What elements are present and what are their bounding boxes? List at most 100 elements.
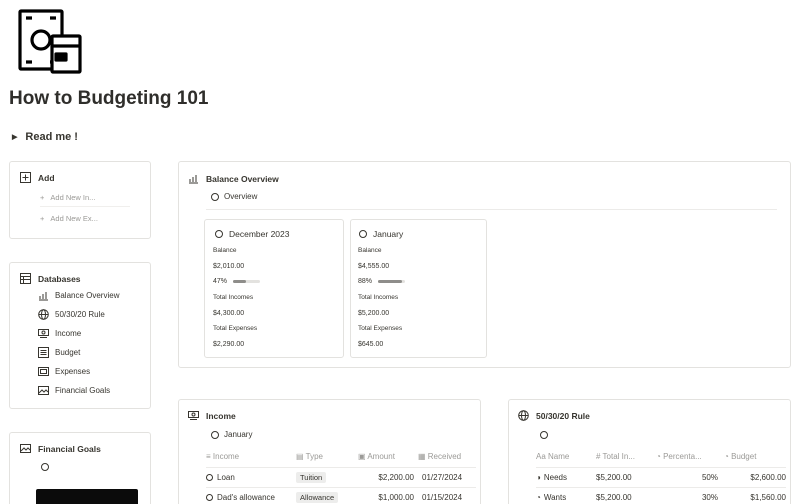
col-type[interactable]: ▤ Type — [296, 447, 358, 467]
table-row[interactable]: Dad's allowance Allowance $1,000.00 01/1… — [206, 487, 476, 504]
financial-goals-title-row: Financial Goals — [20, 443, 101, 454]
receipt-icon — [38, 366, 49, 377]
expense-value: $645.00 — [358, 341, 384, 348]
col-percentage[interactable]: ◔ Percenta... — [656, 447, 724, 467]
cell-name: Loan — [206, 467, 296, 487]
add-panel: Add + Add New In... + Add New Ex... — [9, 161, 151, 239]
db-item-expenses[interactable]: Expenses — [38, 362, 119, 381]
plus-icon: + — [40, 193, 45, 202]
cell-total: $5,200.00 — [596, 472, 632, 482]
text-prop-icon: ≡ — [206, 452, 213, 462]
cell-budget: $1,560.00 — [750, 492, 786, 502]
cell-type: Allowance — [296, 487, 358, 504]
progress-bar — [233, 280, 261, 283]
january-view-label: January — [224, 430, 253, 439]
cell-total: $5,200.00 — [596, 492, 632, 502]
cell-name: Dad's allowance — [206, 487, 296, 504]
card-title-row: December 2023 — [215, 229, 289, 239]
view-icon — [211, 192, 219, 201]
type-tag: Allowance — [296, 491, 339, 503]
view-icon — [211, 430, 219, 439]
card-title-row: January — [359, 229, 403, 239]
percent-label: 88% — [358, 278, 373, 285]
cell-name: ◔ Wants — [536, 487, 596, 504]
cell-amount: $2,200.00 — [378, 472, 414, 482]
balance-card-january[interactable]: January Balance $4,555.00 88% Total Inco… — [350, 219, 487, 358]
db-item-label: Financial Goals — [55, 386, 111, 395]
col-budget[interactable]: ◔ Budget — [724, 447, 786, 467]
percent-row: 47% — [213, 278, 261, 285]
col-label: Name — [548, 452, 570, 462]
add-new-expense-label: Add New Ex... — [50, 213, 98, 223]
table-row[interactable]: Loan Tuition $2,200.00 01/27/2024 — [206, 467, 476, 487]
add-new-income-button[interactable]: + Add New In... — [40, 189, 130, 207]
cell-received: 01/27/2024 — [422, 472, 463, 482]
col-label: Received — [427, 452, 462, 462]
col-total[interactable]: # Total In... — [596, 447, 656, 467]
page-icon — [206, 473, 213, 481]
income-title: Income — [206, 410, 236, 421]
db-item-label: Expenses — [55, 367, 91, 376]
col-income[interactable]: ≡ Income — [206, 447, 296, 467]
financial-goals-title: Financial Goals — [38, 443, 101, 454]
databases-list: Balance Overview 50/30/20 Rule Income Bu… — [38, 286, 119, 400]
cell-percentage: 50% — [701, 472, 718, 482]
table-row[interactable]: ◑ Needs $5,200.00 50% $2,600.00 — [536, 467, 786, 487]
balance-label: Balance — [358, 247, 382, 254]
progress-bar — [378, 280, 406, 283]
db-item-income[interactable]: Income — [38, 324, 119, 343]
col-label: Amount — [367, 452, 395, 462]
rule-table: Aa Name # Total In... ◔ Percenta... ◔ Bu… — [536, 447, 786, 504]
db-item-label: Budget — [55, 348, 81, 357]
chart-icon — [38, 290, 49, 301]
db-item-503020-rule[interactable]: 50/30/20 Rule — [38, 305, 119, 324]
calendar-icon: ▦ — [418, 452, 428, 462]
db-item-balance-overview[interactable]: Balance Overview — [38, 286, 119, 305]
picture-icon — [38, 385, 49, 396]
progress-fill — [233, 280, 246, 283]
balance-card-december[interactable]: December 2023 Balance $2,010.00 47% Tota… — [204, 219, 344, 358]
db-item-budget[interactable]: Budget — [38, 343, 119, 362]
databases-title-row: Databases — [20, 273, 81, 284]
money-icon — [38, 328, 49, 339]
add-new-expense-button[interactable]: + Add New Ex... — [40, 209, 130, 227]
overview-view-tab[interactable]: Overview — [211, 192, 257, 201]
col-label: Type — [305, 452, 323, 462]
row-name: Loan — [217, 472, 235, 482]
card-month: January — [373, 229, 404, 239]
cell-name: ◑ Needs — [536, 467, 596, 487]
add-panel-title-row: Add — [20, 172, 55, 183]
income-table: ≡ Income ▤ Type ▣ Amount ▦ Received Loan… — [206, 447, 476, 504]
table-row[interactable]: ◔ Wants $5,200.00 30% $1,560.00 — [536, 487, 786, 504]
income-panel: Income January ≡ Income ▤ Type ▣ Amount … — [178, 399, 481, 504]
col-name[interactable]: Aa Name — [536, 447, 596, 467]
read-me-toggle[interactable]: ▶ Read me ! — [12, 131, 78, 143]
title-prop-icon: Aa — [536, 452, 549, 462]
databases-panel: Databases Balance Overview 50/30/20 Rule… — [9, 262, 151, 409]
view-icon[interactable] — [540, 431, 548, 439]
january-view-tab[interactable]: January — [211, 430, 252, 439]
col-received[interactable]: ▦ Received — [418, 447, 476, 467]
page-title: How to Budgeting 101 — [9, 88, 209, 109]
page-icon — [359, 230, 367, 238]
pie-icon: ◑ — [536, 472, 541, 482]
col-label: Percenta... — [663, 452, 702, 462]
income-value: $4,300.00 — [213, 310, 245, 317]
table-header: ≡ Income ▤ Type ▣ Amount ▦ Received — [206, 447, 476, 467]
pie-icon: ◔ — [536, 492, 541, 502]
db-item-financial-goals[interactable]: Financial Goals — [38, 381, 119, 400]
chart-icon — [188, 173, 199, 184]
view-icon[interactable] — [41, 463, 49, 471]
income-label: Total Incomes — [358, 294, 399, 301]
goal-gallery-card[interactable] — [36, 489, 138, 504]
add-panel-title: Add — [38, 172, 55, 183]
picture-icon — [20, 443, 31, 454]
balance-overview-panel: Balance Overview Overview December 2023 … — [178, 161, 791, 368]
cell-budget: $2,600.00 — [750, 472, 786, 482]
divider — [206, 209, 777, 210]
expense-label: Total Expenses — [358, 325, 403, 332]
percent-row: 88% — [358, 278, 406, 285]
col-amount[interactable]: ▣ Amount — [358, 447, 418, 467]
cell-received: 01/15/2024 — [422, 492, 463, 502]
formula-prop-icon: ◔ — [656, 452, 664, 462]
